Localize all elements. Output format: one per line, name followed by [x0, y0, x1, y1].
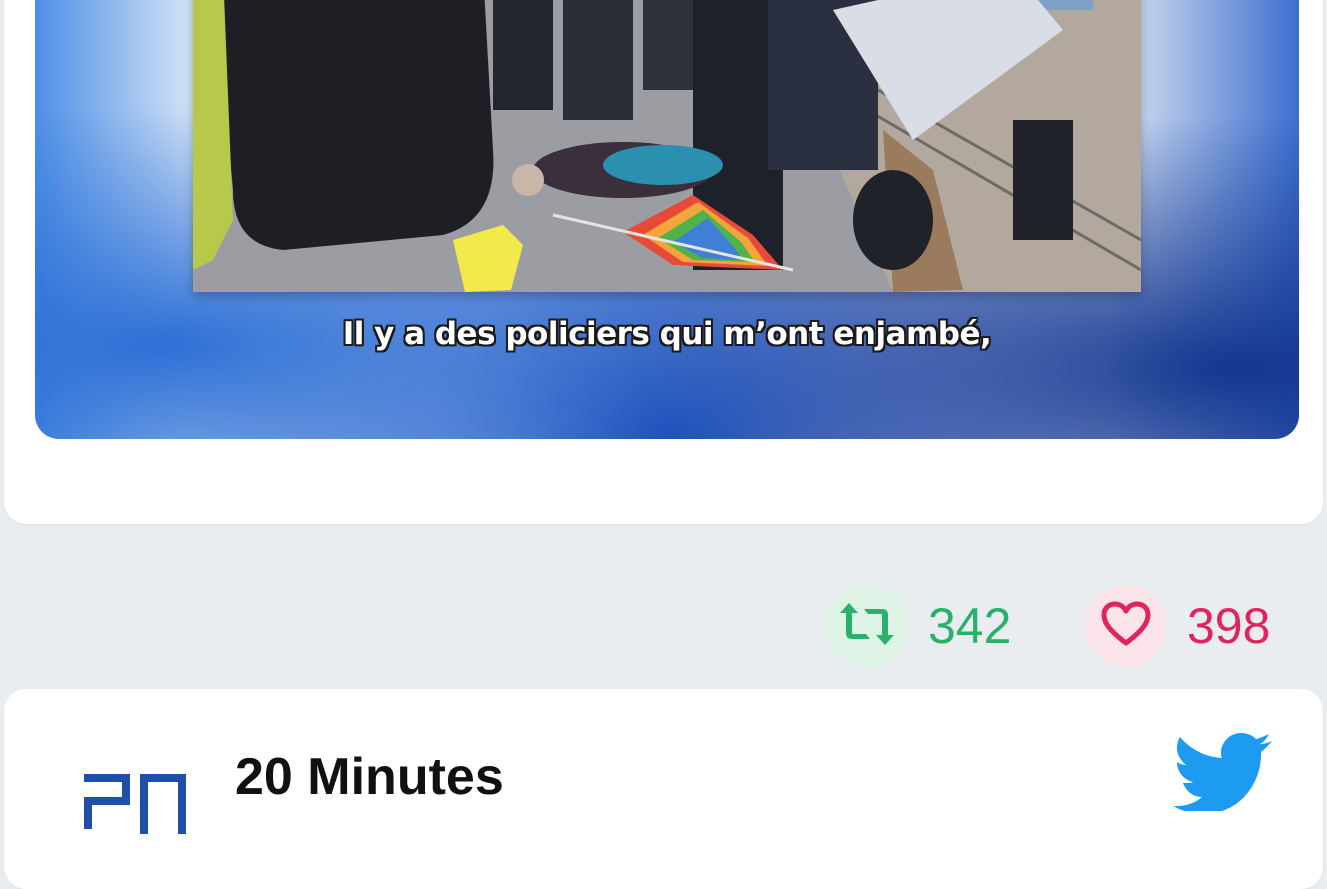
retweet-count: 342: [928, 598, 1012, 654]
account-name[interactable]: 20 Minutes: [235, 747, 504, 807]
heart-icon: [1100, 601, 1152, 652]
avatar[interactable]: [56, 719, 216, 879]
like-button[interactable]: [1085, 585, 1167, 667]
like-count: 398: [1187, 598, 1271, 654]
20-minutes-logo: [56, 719, 216, 879]
tweet-card-next: 20 Minutes: [4, 689, 1323, 889]
retweet-button[interactable]: [826, 585, 908, 667]
tweet-card: Il y a des policiers qui m’ont enjambé,: [4, 0, 1323, 524]
tweet-actions: 342 398: [0, 585, 1327, 667]
retweet-icon: [837, 601, 897, 652]
video-caption: Il y a des policiers qui m’ont enjambé,: [342, 316, 992, 352]
twitter-bird-icon[interactable]: [1173, 731, 1274, 816]
video-media[interactable]: Il y a des policiers qui m’ont enjambé,: [35, 0, 1299, 439]
video-frame-image: [193, 0, 1141, 292]
